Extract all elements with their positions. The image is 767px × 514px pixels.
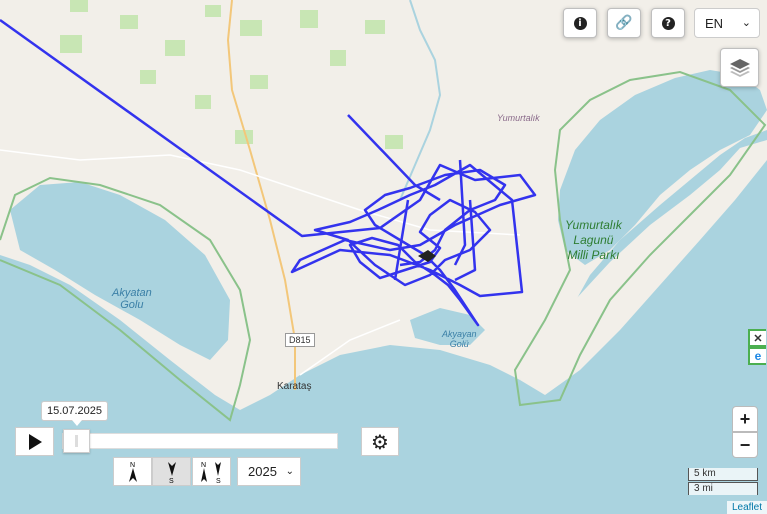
- help-button[interactable]: ?: [651, 8, 685, 38]
- help-icon: ?: [661, 16, 675, 30]
- svg-text:S: S: [216, 478, 221, 484]
- language-select[interactable]: EN ⌄: [694, 8, 760, 38]
- layers-button[interactable]: [720, 48, 759, 87]
- e-side-icon[interactable]: e: [748, 347, 766, 365]
- svg-text:N: N: [201, 462, 206, 469]
- settings-button[interactable]: ⚙: [361, 427, 399, 456]
- play-icon: [28, 433, 42, 450]
- scale-mi: 3 mi: [688, 482, 758, 495]
- direction-south-button[interactable]: S: [152, 457, 191, 486]
- south-arrow-icon: S: [167, 461, 176, 484]
- direction-both-button[interactable]: N S: [192, 457, 231, 486]
- label-akyayan-golu: Akyayan Golü: [442, 329, 477, 349]
- year-select[interactable]: 2025 ⌄: [237, 457, 301, 486]
- label-akyatan-golu: Akyatan Golu: [112, 287, 152, 311]
- zoom-in-button[interactable]: +: [732, 406, 758, 432]
- year-value: 2025: [248, 464, 277, 479]
- north-arrow-icon: N: [128, 462, 137, 482]
- language-value: EN: [705, 15, 724, 31]
- layers-icon: [729, 58, 750, 77]
- chevron-down-icon: ⌄: [741, 17, 751, 29]
- label-karatas: Karataş: [277, 381, 312, 392]
- link-button[interactable]: 🔗: [607, 8, 641, 38]
- zoom-out-button[interactable]: −: [732, 432, 758, 458]
- scale-km: 5 km: [688, 468, 758, 481]
- svg-text:N: N: [130, 462, 135, 469]
- info-icon: i: [573, 16, 587, 30]
- gear-icon: ⚙: [371, 429, 389, 454]
- date-tooltip: 15.07.2025: [41, 401, 108, 426]
- link-icon: 🔗: [615, 15, 633, 31]
- play-button[interactable]: [15, 427, 54, 456]
- north-south-arrow-icon: N S: [200, 461, 221, 484]
- info-button[interactable]: i: [563, 8, 597, 38]
- attribution-link[interactable]: Leaflet: [726, 501, 767, 514]
- timeline-slider[interactable]: [62, 433, 338, 449]
- label-yumurtalik-park: Yumurtalık Lagunü Milli Parkı: [565, 218, 622, 262]
- close-side-icon[interactable]: ✕: [748, 329, 766, 347]
- chevron-down-icon: ⌄: [285, 466, 294, 477]
- direction-north-button[interactable]: N: [113, 457, 152, 486]
- label-yumurtalik-town: Yumurtalık: [497, 113, 540, 123]
- svg-text:S: S: [169, 478, 174, 484]
- timeline-handle[interactable]: [63, 429, 90, 453]
- label-road-d815: D815: [285, 333, 315, 347]
